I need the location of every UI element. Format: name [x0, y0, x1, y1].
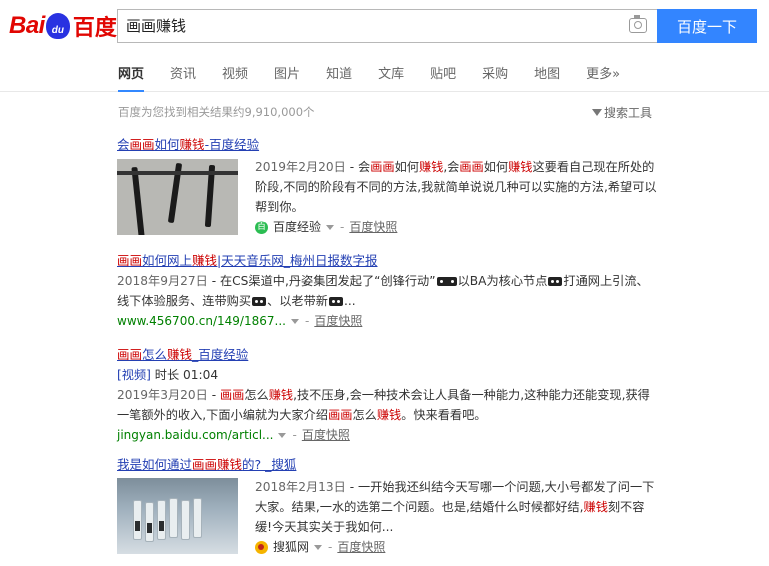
chevron-down-icon[interactable] — [290, 318, 299, 324]
result-title[interactable]: 画画如何网上赚钱|天天音乐网_梅州日报数字报 — [117, 252, 657, 269]
snapshot-link[interactable]: 百度快照 — [337, 537, 385, 557]
source-name[interactable]: 搜狐网 — [273, 537, 309, 557]
source-name[interactable]: 百度经验 — [273, 217, 321, 237]
video-duration: 时长 01:04 — [154, 368, 219, 382]
tab-video[interactable]: 视频 — [222, 59, 248, 92]
search-result: 画画怎么赚钱_百度经验 [视频] 时长 01:04 2019年3月20日 - 画… — [117, 346, 657, 446]
video-info: [视频] 时长 01:04 — [117, 365, 657, 385]
search-tools-label: 搜索工具 — [604, 106, 653, 120]
filter-icon — [592, 109, 602, 116]
tab-web[interactable]: 网页 — [118, 59, 145, 92]
chevron-down-icon[interactable] — [326, 224, 335, 230]
snapshot-link[interactable]: 百度快照 — [302, 425, 350, 445]
result-url: jingyan.baidu.com/articl... - 百度快照 — [117, 425, 657, 445]
result-source: 百 百度经验 - 百度快照 — [255, 217, 657, 237]
logo-text-bai: Bai — [9, 12, 45, 39]
result-abstract: 2019年3月20日 - 画画怎么赚钱,技不压身,会一种技术会让人具备一种能力,… — [117, 388, 650, 422]
search-result: 画画如何网上赚钱|天天音乐网_梅州日报数字报 2018年9月27日 - 在CS渠… — [117, 252, 657, 332]
results-count: 百度为您找到相关结果约9,910,000个 — [118, 105, 315, 119]
search-box — [117, 9, 657, 43]
result-source: 搜狐网 - 百度快照 — [255, 537, 657, 557]
search-button[interactable]: 百度一下 — [657, 9, 757, 43]
result-title[interactable]: 我是如何通过画画赚钱的? _搜狐 — [117, 456, 657, 473]
result-url: www.456700.cn/149/1867... - 百度快照 — [117, 311, 657, 331]
result-abstract: 2018年2月13日 - 一开始我还纠结今天写哪一个问题,大小号都发了问一下大家… — [255, 480, 655, 534]
sohu-icon — [255, 540, 268, 554]
baidu-jingyan-icon: 百 — [255, 220, 268, 234]
emoji-icon — [436, 277, 457, 286]
chevron-down-icon[interactable] — [314, 544, 323, 550]
emoji-icon — [329, 297, 343, 306]
tab-news[interactable]: 资讯 — [170, 59, 196, 92]
baidu-logo[interactable]: Bai du 百度 — [9, 10, 117, 42]
tab-wenku[interactable]: 文库 — [378, 59, 404, 92]
search-result: 我是如何通过画画赚钱的? _搜狐 2018年2月13日 - 一开始我还纠结今天写… — [117, 456, 657, 566]
url-text[interactable]: jingyan.baidu.com/articl... — [117, 425, 273, 445]
result-abstract: 2019年2月20日 - 会画画如何赚钱,会画画如何赚钱这要看自己现在所处的阶段… — [255, 160, 657, 214]
result-title[interactable]: 会画画如何赚钱-百度经验 — [117, 136, 657, 153]
tab-tieba[interactable]: 贴吧 — [430, 59, 456, 92]
tab-zhidao[interactable]: 知道 — [326, 59, 352, 92]
tab-caigou[interactable]: 采购 — [482, 59, 508, 92]
tab-map[interactable]: 地图 — [534, 59, 560, 92]
result-thumbnail[interactable] — [117, 159, 238, 235]
url-text[interactable]: www.456700.cn/149/1867... — [117, 311, 286, 331]
video-tag: [视频] — [117, 368, 151, 382]
result-thumbnail[interactable] — [117, 478, 238, 554]
chevron-down-icon[interactable] — [278, 432, 287, 438]
snapshot-link[interactable]: 百度快照 — [349, 217, 397, 237]
emoji-icon — [548, 277, 563, 286]
header: Bai du 百度 百度一下 网页 资讯 视频 图片 知道 文库 贴吧 采购 地… — [0, 0, 769, 92]
tab-images[interactable]: 图片 — [274, 59, 300, 92]
paw-icon: du — [45, 13, 70, 39]
search-tabs: 网页 资讯 视频 图片 知道 文库 贴吧 采购 地图 更多» — [118, 59, 646, 92]
result-abstract: 2018年9月27日 - 在CS渠道中,丹姿集团发起了“创锋行动” 以BA为核心节… — [117, 274, 649, 308]
tab-more[interactable]: 更多» — [586, 59, 620, 92]
snapshot-link[interactable]: 百度快照 — [314, 311, 362, 331]
search-tools-button[interactable]: 搜索工具 — [592, 104, 652, 121]
result-title[interactable]: 画画怎么赚钱_百度经验 — [117, 346, 657, 363]
camera-icon[interactable] — [629, 15, 647, 33]
emoji-icon — [252, 297, 267, 306]
logo-text-cn: 百度 — [72, 16, 117, 41]
search-input[interactable] — [126, 16, 606, 34]
search-result: 会画画如何赚钱-百度经验 2019年2月20日 - 会画画如何赚钱,会画画如何赚… — [117, 136, 657, 236]
